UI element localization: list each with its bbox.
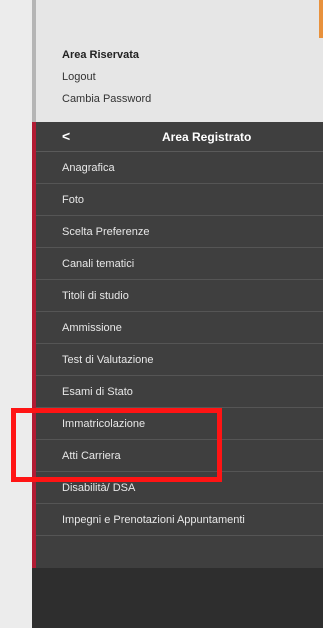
sidebar-item-label: Canali tematici	[62, 258, 135, 270]
sidebar-item-atti-carriera[interactable]: Atti Carriera	[36, 440, 323, 472]
sidebar-item-label: Titoli di studio	[62, 290, 129, 302]
nav-header-title: Area Registrato	[162, 130, 252, 144]
sidebar-item-label: Esami di Stato	[62, 386, 133, 398]
sidebar-item-label: Test di Valutazione	[62, 354, 154, 366]
orange-tab	[319, 0, 323, 38]
sidebar-item-label: Atti Carriera	[62, 450, 121, 462]
chevron-left-icon[interactable]: <	[62, 128, 70, 144]
change-password-link[interactable]: Cambia Password	[62, 93, 151, 105]
sidebar-item-label: Immatricolazione	[62, 418, 146, 430]
sidebar-item-label: Anagrafica	[62, 162, 115, 174]
sidebar-item-esami-di-stato[interactable]: Esami di Stato	[36, 376, 323, 408]
sidebar-item-foto[interactable]: Foto	[36, 184, 323, 216]
sidebar-item-label: Foto	[62, 194, 85, 206]
sidebar-item-scelta-preferenze[interactable]: Scelta Preferenze	[36, 216, 323, 248]
sidebar-item-label: Impegni e Prenotazioni Appuntamenti	[62, 514, 245, 526]
area-riservata-title: Area Riservata	[62, 49, 140, 61]
sidebar-item-impegni-prenotazioni[interactable]: Impegni e Prenotazioni Appuntamenti	[36, 504, 323, 536]
sidebar-item-test-di-valutazione[interactable]: Test di Valutazione	[36, 344, 323, 376]
sidebar-nav: < Area Registrato Anagrafica Foto Scelta…	[32, 122, 323, 568]
nav-header: < Area Registrato	[36, 122, 323, 152]
sidebar-item-canali-tematici[interactable]: Canali tematici	[36, 248, 323, 280]
left-gutter	[0, 0, 32, 628]
user-panel: Area Riservata Logout Cambia Password	[36, 0, 323, 122]
sidebar-item-label: Ammissione	[62, 322, 122, 334]
sidebar-item-disabilita-dsa[interactable]: Disabilità/ DSA	[36, 472, 323, 504]
sidebar-item-ammissione[interactable]: Ammissione	[36, 312, 323, 344]
sidebar-item-titoli-di-studio[interactable]: Titoli di studio	[36, 280, 323, 312]
sidebar-item-immatricolazione[interactable]: Immatricolazione	[36, 408, 323, 440]
sidebar-item-anagrafica[interactable]: Anagrafica	[36, 152, 323, 184]
logout-link[interactable]: Logout	[62, 71, 96, 83]
sidebar-item-label: Scelta Preferenze	[62, 226, 150, 238]
nav-footer	[32, 568, 323, 628]
sidebar-item-label: Disabilità/ DSA	[62, 482, 136, 494]
